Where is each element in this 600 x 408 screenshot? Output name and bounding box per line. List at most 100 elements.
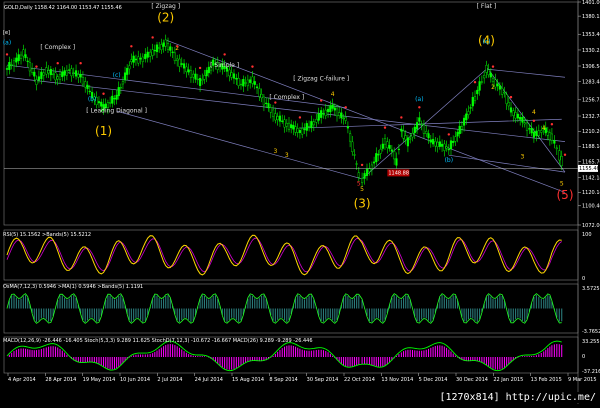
candle-body xyxy=(54,72,57,81)
price-tick-label-1: 1380.15 xyxy=(582,14,600,20)
candle-body xyxy=(315,119,318,123)
candle-body xyxy=(425,131,428,134)
candle-body xyxy=(251,76,254,84)
candle-body xyxy=(296,128,299,133)
price-tick-label-4: 1306.54 xyxy=(582,64,600,70)
date-tick-label-10: 13 Nov 2014 xyxy=(381,377,413,383)
candle-body xyxy=(79,73,82,78)
candle-body xyxy=(483,74,486,79)
candle-body xyxy=(100,101,103,107)
candle-body xyxy=(346,126,350,129)
price-tick-label-11: 1142.14 xyxy=(582,175,600,181)
candle-body xyxy=(194,73,197,80)
candle-body xyxy=(555,147,558,150)
candle-body xyxy=(187,69,190,73)
candle-body xyxy=(146,51,149,58)
date-tick-label-0: 4 Apr 2014 xyxy=(8,377,36,383)
candle-body xyxy=(509,107,513,113)
candle-body xyxy=(22,49,25,57)
candle-body xyxy=(402,130,405,139)
price-tick-label-12: 1120.14 xyxy=(582,190,600,196)
candle-body xyxy=(111,95,114,104)
candle-body xyxy=(454,136,457,142)
pattern-label-6: [ Complex ] xyxy=(269,94,304,101)
candle-body xyxy=(158,47,161,49)
last-price-label: 1155.46 xyxy=(579,166,600,172)
candle-body xyxy=(235,77,238,80)
wave-count-13: 3 xyxy=(521,154,525,161)
candle-body xyxy=(239,83,243,86)
wave-label-2: (3) xyxy=(354,196,371,210)
candle-body xyxy=(460,126,464,130)
date-tick-label-2: 19 May 2014 xyxy=(83,377,116,383)
candle-body xyxy=(537,130,540,136)
candle-body xyxy=(185,66,188,73)
candle-body xyxy=(436,141,439,148)
candle-body xyxy=(269,107,272,113)
candle-body xyxy=(445,146,448,149)
panel-macd-tick-1: 0 xyxy=(582,354,585,360)
candle-body xyxy=(303,128,306,130)
wave-count-8: 4 xyxy=(331,91,335,98)
candle-body xyxy=(390,149,393,152)
price-tick-label-6: 1256.75 xyxy=(582,98,600,104)
candle-body xyxy=(447,148,450,151)
subwave-marker xyxy=(102,92,105,95)
pattern-label-0: [ Zigzag ] xyxy=(151,3,180,10)
macd-label: MACD(12,26,9) -26.446 -16.405 Stoch(5,3,… xyxy=(3,338,313,344)
candle-body xyxy=(10,64,13,66)
candle-body xyxy=(30,68,34,73)
candle-body xyxy=(230,72,233,78)
candle-body xyxy=(198,77,202,87)
candle-body xyxy=(155,44,159,53)
candle-body xyxy=(440,143,444,147)
candle-body xyxy=(338,112,341,117)
candle-body xyxy=(47,70,50,74)
candle-body xyxy=(249,79,252,83)
candle-body xyxy=(503,92,506,94)
candle-body xyxy=(201,79,204,81)
candle-body xyxy=(324,109,327,116)
candle-body xyxy=(528,128,531,130)
subwave-marker xyxy=(550,123,554,126)
date-tick-label-5: 24 Jul 2014 xyxy=(195,377,223,383)
candle-body xyxy=(326,108,330,113)
candle-body xyxy=(322,113,325,115)
candle-body xyxy=(45,67,48,75)
pattern-label-5: [ Flat ] xyxy=(477,3,497,10)
candle-body xyxy=(237,78,240,86)
candle-body xyxy=(265,102,268,104)
subwave-marker xyxy=(400,116,403,119)
candle-body xyxy=(189,70,193,78)
candle-body xyxy=(496,83,499,87)
candle-body xyxy=(8,62,11,70)
candle-body xyxy=(521,117,524,123)
subwave-marker xyxy=(447,133,451,136)
candle-body xyxy=(530,128,533,134)
candle-body xyxy=(115,94,118,100)
candle-body xyxy=(404,135,407,141)
candle-body xyxy=(431,138,435,145)
candle-body xyxy=(153,49,156,52)
candle-body xyxy=(422,124,426,134)
chart-svg: 1148.88 1401.00 1380.15 1353.40 1330.25 1306… xyxy=(0,0,600,404)
candle-body xyxy=(505,94,508,104)
subwave-marker xyxy=(532,119,536,123)
subwave-marker xyxy=(5,53,9,56)
candle-body xyxy=(355,163,358,165)
candle-body xyxy=(514,112,517,119)
candle-body xyxy=(456,131,459,137)
candle-body xyxy=(28,62,32,72)
candle-body xyxy=(344,117,347,121)
candle-body xyxy=(35,79,38,85)
candle-body xyxy=(260,94,263,99)
subwave-marker xyxy=(491,65,495,68)
candle-body xyxy=(144,53,147,60)
wave-count-0: (a) xyxy=(3,40,11,47)
candle-body xyxy=(375,153,378,163)
candle-body xyxy=(462,117,466,126)
candle-body xyxy=(560,156,563,167)
wave-count-10: 4 xyxy=(532,109,536,116)
candle-body xyxy=(255,86,259,89)
candle-body xyxy=(40,71,43,80)
